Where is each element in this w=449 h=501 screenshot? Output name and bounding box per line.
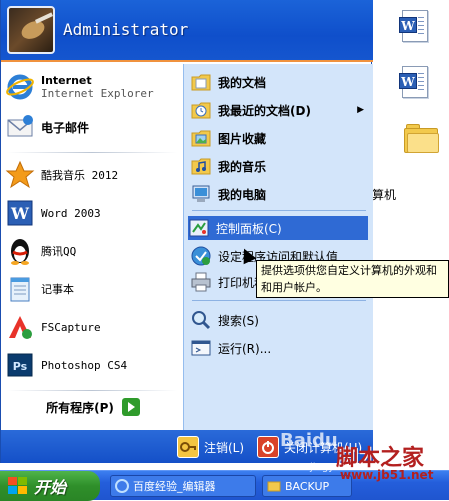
power-icon: [257, 436, 279, 458]
separator: [7, 152, 177, 153]
username: Administrator: [63, 20, 189, 39]
taskbar-item-label: 百度经验_编辑器: [133, 480, 216, 493]
fscapture-icon: [5, 312, 35, 342]
logoff-button[interactable]: 注销(L): [177, 436, 244, 458]
my-documents-icon: [190, 71, 212, 93]
my-music[interactable]: 我的音乐: [190, 154, 368, 178]
recent-program-kuwo[interactable]: 酷我音乐 2012: [5, 160, 181, 190]
windows-flag-icon: [8, 477, 28, 495]
menu-item-label: 我的电脑: [218, 187, 267, 202]
program-access-icon: [190, 245, 212, 267]
menu-item-label: 运行(R)...: [218, 341, 272, 356]
menu-item-label: 搜索(S): [218, 313, 259, 328]
tooltip-line: 和用户帐户。: [261, 281, 327, 294]
start-label: 开始: [34, 478, 67, 497]
folder-icon[interactable]: [404, 124, 439, 160]
program-label: 记事本: [41, 283, 74, 296]
browser-icon: [115, 479, 129, 493]
my-recent-documents[interactable]: 我最近的文档(D) ▶: [190, 98, 368, 122]
folder-icon: [267, 479, 281, 493]
baidu-watermark: Baidu: [280, 430, 338, 451]
logoff-label: 注销(L): [204, 440, 245, 455]
program-label: 酷我音乐 2012: [41, 169, 119, 182]
pinned-item-title: Internet: [41, 74, 92, 87]
menu-item-label: 我的音乐: [218, 159, 267, 174]
my-documents[interactable]: 我的文档: [190, 70, 368, 94]
word-document-icon[interactable]: W: [399, 10, 432, 46]
recent-documents-icon: [190, 99, 212, 121]
recent-program-notepad[interactable]: 记事本: [5, 274, 181, 304]
desktop-icon-label: 算机: [372, 188, 397, 202]
recent-program-qq[interactable]: 腾讯QQ: [5, 236, 181, 266]
run[interactable]: 运行(R)...: [190, 336, 368, 360]
start-menu-right-pane: 我的文档 我最近的文档(D) ▶ 图片收藏 我的音乐 我的电脑 控制面板(C) …: [183, 64, 373, 430]
user-avatar: [7, 6, 55, 54]
email-icon: [5, 112, 35, 142]
start-menu-left-pane: Internet Internet Explorer 电子邮件 酷我音乐 201…: [1, 64, 183, 430]
pinned-item-title: 电子邮件: [41, 120, 90, 135]
submenu-arrow-icon: ▶: [357, 105, 364, 115]
run-icon: [190, 337, 212, 359]
separator: [192, 300, 366, 301]
separator: [192, 210, 366, 211]
pinned-email[interactable]: 电子邮件: [5, 112, 181, 142]
all-programs-label: 所有程序(P): [46, 400, 114, 415]
menu-item-label: 我最近的文档(D): [218, 103, 311, 118]
recent-program-fscapture[interactable]: FSCapture: [5, 312, 181, 342]
tooltip-line: 提供选项供您自定义计算机的外观和: [261, 264, 437, 277]
control-panel-tooltip: 提供选项供您自定义计算机的外观和 和用户帐户。: [256, 260, 449, 298]
key-icon: [177, 436, 199, 458]
taskbar-item[interactable]: 百度经验_编辑器: [110, 475, 256, 497]
program-label: FSCapture: [41, 320, 101, 334]
start-menu: Administrator Internet Internet Explorer…: [0, 0, 373, 463]
svg-text:W: W: [10, 204, 30, 223]
search[interactable]: 搜索(S): [190, 308, 368, 332]
pinned-item-subtitle: Internet Explorer: [41, 87, 154, 100]
my-pictures[interactable]: 图片收藏: [190, 126, 368, 150]
svg-text:Ps: Ps: [13, 360, 28, 373]
all-programs-button[interactable]: 所有程序(P): [5, 398, 181, 416]
program-label: 腾讯QQ: [41, 245, 77, 258]
kuwo-music-icon: [5, 160, 35, 190]
control-panel-icon: [188, 217, 210, 239]
my-computer[interactable]: 我的电脑: [190, 182, 368, 206]
word-icon: W: [5, 198, 35, 228]
program-label: Photoshop CS4: [41, 358, 128, 372]
green-arrow-icon: [121, 398, 140, 416]
photoshop-icon: Ps: [5, 350, 35, 380]
my-computer-icon: [190, 183, 212, 205]
menu-item-label: 我的文档: [218, 75, 267, 90]
recent-program-word[interactable]: W Word 2003: [5, 198, 181, 228]
taskbar-item-label: BACKUP: [285, 479, 330, 493]
qq-penguin-icon: [5, 236, 35, 266]
my-music-icon: [190, 155, 212, 177]
word-document-icon[interactable]: W: [399, 66, 432, 102]
control-panel[interactable]: 控制面板(C): [188, 216, 368, 240]
taskbar-item[interactable]: BACKUP: [262, 475, 352, 497]
site-watermark-url: www.jb51.net: [340, 468, 434, 482]
search-icon: [190, 309, 212, 331]
menu-item-label: 图片收藏: [218, 131, 267, 146]
internet-explorer-icon: [5, 72, 35, 102]
my-pictures-icon: [190, 127, 212, 149]
printer-icon: [190, 271, 212, 293]
separator: [7, 390, 177, 391]
pinned-internet-explorer[interactable]: Internet Internet Explorer: [5, 72, 181, 102]
recent-program-photoshop[interactable]: Ps Photoshop CS4: [5, 350, 181, 380]
start-button[interactable]: 开始: [0, 471, 100, 501]
notepad-icon: [5, 274, 35, 304]
menu-item-label: 控制面板(C): [216, 221, 282, 236]
start-menu-header: Administrator: [1, 0, 373, 62]
program-label: Word 2003: [41, 206, 101, 220]
